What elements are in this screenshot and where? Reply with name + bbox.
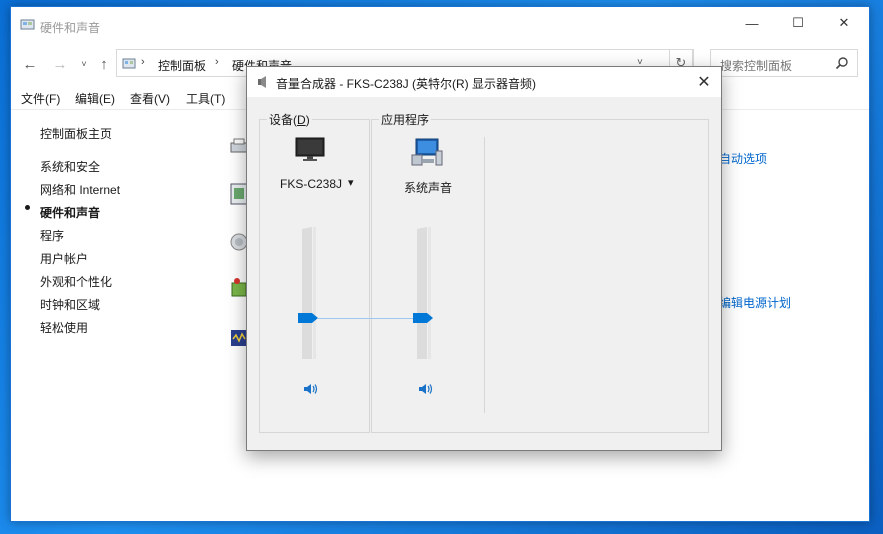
close-icon: ✕ [697, 74, 711, 91]
menu-file[interactable]: 文件(F) [21, 90, 60, 107]
volume-mixer-dialog: 音量合成器 - FKS-C238J (英特尔(R) 显示器音频) ✕ 设备(D)… [246, 66, 722, 451]
sidebar-item-clock-region[interactable]: 时钟和区域 [40, 296, 100, 313]
breadcrumb-separator-icon: › [141, 56, 145, 68]
device-group-label: 设备(D) [267, 111, 312, 128]
minimize-icon: — [745, 15, 759, 31]
maximize-icon: ☐ [792, 15, 804, 30]
device-name: FKS-C238J [280, 177, 343, 191]
mixer-title: 音量合成器 - FKS-C238J (英特尔(R) 显示器音频) [276, 77, 537, 91]
control-panel-icon [20, 19, 35, 30]
close-button[interactable]: ✕ [821, 7, 867, 39]
control-panel-icon [122, 58, 136, 69]
menu-view[interactable]: 查看(V) [130, 90, 170, 107]
monitor-icon [295, 137, 325, 161]
recent-locations-button[interactable]: ˅ [73, 53, 95, 75]
arrow-up-icon: ↑ [100, 55, 108, 73]
channel-divider [484, 137, 485, 413]
slider-link-line [318, 318, 418, 319]
chevron-down-icon: ˅ [81, 59, 87, 69]
current-item-bullet [25, 205, 30, 210]
system-sounds-volume-track[interactable] [417, 227, 431, 359]
search-icon [835, 57, 848, 70]
search-placeholder: 搜索控制面板 [720, 59, 793, 73]
edit-power-plan-link[interactable]: 编辑电源计划 [719, 294, 791, 311]
sidebar-item-network[interactable]: 网络和 Internet [40, 181, 120, 198]
volume-speaker-icon[interactable] [418, 382, 434, 396]
sidebar-item-system-security[interactable]: 系统和安全 [40, 158, 100, 175]
device-selector[interactable]: FKS-C238J ▾ [280, 177, 360, 195]
mixer-title-bar: 音量合成器 - FKS-C238J (英特尔(R) 显示器音频) ✕ [247, 67, 721, 97]
back-button[interactable]: ← [19, 53, 41, 75]
system-sounds-icon [411, 138, 443, 166]
device-volume-slider[interactable] [298, 313, 318, 323]
sidebar-item-programs[interactable]: 程序 [40, 227, 64, 244]
menu-tools[interactable]: 工具(T) [186, 90, 225, 107]
device-volume-track[interactable] [302, 227, 316, 359]
arrow-left-icon: ← [22, 55, 38, 73]
sidebar-item-appearance[interactable]: 外观和个性化 [40, 273, 112, 290]
volume-speaker-icon[interactable] [303, 382, 319, 396]
menu-edit[interactable]: 编辑(E) [75, 90, 115, 107]
sidebar-item-home[interactable]: 控制面板主页 [40, 125, 112, 142]
arrow-right-icon: → [52, 55, 68, 73]
speaker-icon [258, 76, 266, 88]
maximize-button[interactable]: ☐ [775, 7, 821, 39]
mixer-close-button[interactable]: ✕ [693, 72, 715, 92]
system-sounds-label: 系统声音 [404, 181, 453, 195]
sidebar-item-user-accounts[interactable]: 用户帐户 [40, 250, 88, 267]
apps-group-label: 应用程序 [379, 111, 432, 128]
autoplay-options-link[interactable]: 自动选项 [719, 150, 767, 167]
sidebar-item-ease-of-access[interactable]: 轻松使用 [40, 319, 88, 336]
dropdown-arrow-icon: ▾ [348, 177, 354, 189]
up-button[interactable]: ↑ [93, 53, 115, 75]
breadcrumb-control-panel[interactable]: 控制面板 [158, 57, 206, 74]
search-input[interactable]: 搜索控制面板 [710, 49, 858, 77]
forward-button[interactable]: → [49, 53, 71, 75]
title-bar: 硬件和声音 — ☐ ✕ [11, 7, 869, 39]
breadcrumb-separator-icon: › [215, 56, 219, 68]
system-sounds-volume-slider[interactable] [413, 313, 433, 323]
window-title: 硬件和声音 [40, 21, 101, 35]
close-icon: ✕ [838, 15, 850, 30]
minimize-button[interactable]: — [729, 7, 775, 39]
sidebar-item-hardware-sound[interactable]: 硬件和声音 [40, 204, 100, 221]
